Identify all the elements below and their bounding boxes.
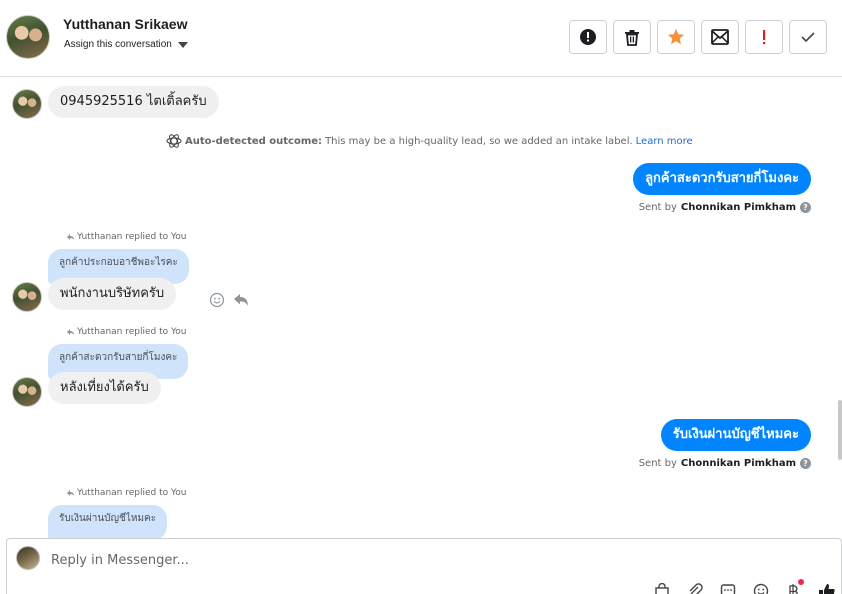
atom-icon xyxy=(166,134,182,148)
mark-unread-button[interactable] xyxy=(701,20,739,54)
learn-more-link[interactable]: Learn more xyxy=(636,136,693,147)
reply-arrow-icon xyxy=(67,329,74,335)
like-button[interactable] xyxy=(817,581,837,594)
mark-spam-button[interactable] xyxy=(569,20,607,54)
done-button[interactable] xyxy=(789,20,827,54)
reply-icon[interactable] xyxy=(233,293,249,307)
paperclip-icon xyxy=(689,583,703,594)
emoji-icon xyxy=(753,583,769,594)
caret-down-icon xyxy=(177,41,188,48)
mark-unread-icon xyxy=(711,29,729,45)
scrollbar-thumb[interactable] xyxy=(838,400,842,460)
contact-avatar[interactable] xyxy=(6,15,50,59)
star-icon xyxy=(668,29,684,45)
contact-avatar-small xyxy=(12,377,42,407)
replied-to-text: Yutthanan replied to You xyxy=(77,488,187,498)
replied-to-text: Yutthanan replied to You xyxy=(77,327,187,337)
alert-circle-icon xyxy=(580,29,596,45)
contact-name[interactable]: Yutthanan Srikaew xyxy=(63,16,187,32)
assign-label: Assign this conversation xyxy=(64,39,172,50)
quoted-message[interactable]: รับเงินผ่านบัญชีไหมคะ xyxy=(48,505,168,538)
page-avatar xyxy=(16,546,40,570)
follow-up-button[interactable] xyxy=(745,20,783,54)
sender-name: Chonnikan Pimkham xyxy=(680,202,796,213)
composer-tools xyxy=(652,579,837,594)
sent-by-prefix: Sent by xyxy=(638,458,677,469)
outgoing-message[interactable]: ลูกค้าสะดวกรับสายกี่โมงคะ xyxy=(633,163,811,195)
outgoing-message[interactable]: รับเงินผ่านบัญชีไหมคะ xyxy=(660,419,811,451)
outcome-text: This may be a high-quality lead, so we a… xyxy=(325,135,633,147)
incoming-message[interactable]: 0945925516 ไตเติ้ลครับ xyxy=(48,86,219,118)
header-actions xyxy=(569,20,827,54)
attach-button[interactable] xyxy=(685,581,705,594)
trash-icon xyxy=(625,29,639,46)
check-icon xyxy=(801,32,815,43)
delete-button[interactable] xyxy=(613,20,651,54)
saved-reply-button[interactable] xyxy=(718,581,738,594)
message-hover-tools xyxy=(209,292,249,308)
reply-composer xyxy=(6,538,842,594)
contact-avatar-small xyxy=(12,282,42,312)
sent-by-prefix: Sent by xyxy=(638,202,677,213)
reply-arrow-icon xyxy=(67,490,74,496)
help-icon[interactable]: ? xyxy=(800,202,811,213)
replied-to-note: Yutthanan replied to You xyxy=(66,488,187,498)
replied-to-note: Yutthanan replied to You xyxy=(66,232,187,242)
incoming-message[interactable]: พนักงานบริษัทครับ xyxy=(48,278,177,310)
contact-avatar-small xyxy=(12,89,42,119)
help-icon[interactable]: ? xyxy=(800,458,811,469)
payment-button[interactable] xyxy=(784,579,804,594)
shopping-bag-button[interactable] xyxy=(652,581,672,594)
saved-reply-icon xyxy=(720,584,736,594)
incoming-message[interactable]: หลังเที่ยงได้ครับ xyxy=(48,372,161,404)
thumbs-up-icon xyxy=(819,584,835,594)
messenger-conversation-window: Yutthanan Srikaew Assign this conversati… xyxy=(0,0,842,594)
shopping-bag-icon xyxy=(655,583,669,594)
exclamation-icon xyxy=(763,30,766,45)
reply-input[interactable] xyxy=(51,549,751,571)
emoji-button[interactable] xyxy=(751,581,771,594)
conversation-header: Yutthanan Srikaew Assign this conversati… xyxy=(0,0,842,77)
notification-dot xyxy=(798,579,804,585)
auto-detected-outcome-notice: Auto-detected outcome: This may be a hig… xyxy=(166,134,693,148)
message-thread[interactable]: 0945925516 ไตเติ้ลครับ Auto-detected out… xyxy=(0,78,842,538)
assign-conversation-dropdown[interactable]: Assign this conversation xyxy=(64,39,188,50)
sender-name: Chonnikan Pimkham xyxy=(680,458,796,469)
star-button[interactable] xyxy=(657,20,695,54)
sent-by-line: Sent by Chonnikan Pimkham ? xyxy=(639,458,811,469)
react-emoji-icon[interactable] xyxy=(209,292,225,308)
replied-to-note: Yutthanan replied to You xyxy=(66,327,187,337)
outcome-label: Auto-detected outcome: xyxy=(185,135,323,147)
sent-by-line: Sent by Chonnikan Pimkham ? xyxy=(639,202,811,213)
replied-to-text: Yutthanan replied to You xyxy=(77,232,187,242)
reply-arrow-icon xyxy=(67,234,74,240)
